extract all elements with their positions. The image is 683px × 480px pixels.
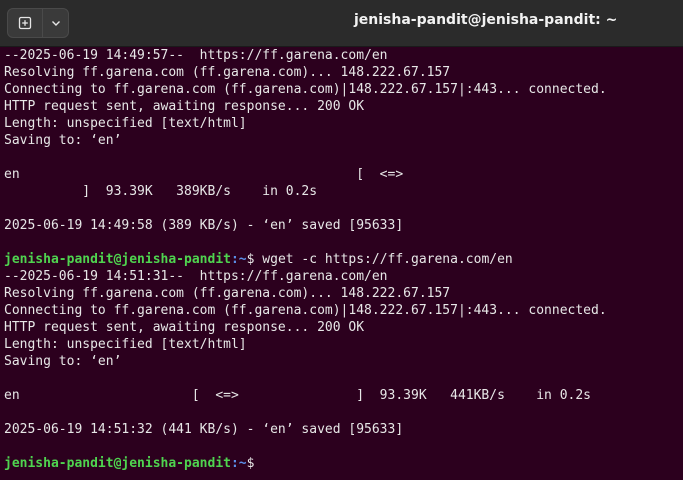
terminal-line: en [ <=> <box>4 167 404 182</box>
new-tab-icon <box>18 16 32 30</box>
prompt-user: jenisha-pandit@jenisha-pandit <box>4 252 231 267</box>
terminal-line: ] 93.39K 389KB/s in 0.2s <box>4 184 318 199</box>
title-bar: jenisha-pandit@jenisha-pandit: ~ <box>0 0 683 47</box>
prompt-command: wget -c https://ff.garena.com/en <box>262 252 513 267</box>
terminal-line: Length: unspecified [text/html] <box>4 337 247 352</box>
prompt-path: :~ <box>230 456 247 471</box>
new-tab-button[interactable] <box>7 8 43 38</box>
terminal-window: jenisha-pandit@jenisha-pandit: ~ --2025-… <box>0 0 683 480</box>
terminal-line: 2025-06-19 14:49:58 (389 KB/s) - ‘en’ sa… <box>4 218 404 233</box>
terminal-line: Connecting to ff.garena.com (ff.garena.c… <box>4 82 607 97</box>
terminal-line: Length: unspecified [text/html] <box>4 116 247 131</box>
window-title: jenisha-pandit@jenisha-pandit: ~ <box>354 12 618 28</box>
prompt-line: jenisha-pandit@jenisha-pandit:~$ <box>4 455 679 472</box>
prompt-path: :~ <box>230 252 247 267</box>
terminal-line: --2025-06-19 14:49:57-- https://ff.garen… <box>4 48 388 63</box>
terminal-line: HTTP request sent, awaiting response... … <box>4 99 365 114</box>
terminal-output[interactable]: --2025-06-19 14:49:57-- https://ff.garen… <box>4 47 679 477</box>
terminal-line: Saving to: ‘en’ <box>4 354 122 369</box>
terminal-line: Resolving ff.garena.com (ff.garena.com).… <box>4 65 451 80</box>
prompt-user: jenisha-pandit@jenisha-pandit <box>4 456 231 471</box>
terminal-line: 2025-06-19 14:51:32 (441 KB/s) - ‘en’ sa… <box>4 422 404 437</box>
terminal-line: Resolving ff.garena.com (ff.garena.com).… <box>4 286 451 301</box>
prompt-sign: $ <box>246 252 263 267</box>
terminal-line: --2025-06-19 14:51:31-- https://ff.garen… <box>4 269 388 284</box>
terminal-line: en [ <=> ] 93.39K 441KB/s in 0.2s <box>4 388 591 403</box>
terminal-line: Connecting to ff.garena.com (ff.garena.c… <box>4 303 607 318</box>
terminal-line: Saving to: ‘en’ <box>4 133 122 148</box>
prompt-sign: $ <box>246 456 255 471</box>
chevron-down-icon <box>51 21 60 26</box>
terminal-line: HTTP request sent, awaiting response... … <box>4 320 365 335</box>
prompt-line: jenisha-pandit@jenisha-pandit:~$ wget -c… <box>4 251 679 268</box>
menu-dropdown-button[interactable] <box>42 8 69 38</box>
